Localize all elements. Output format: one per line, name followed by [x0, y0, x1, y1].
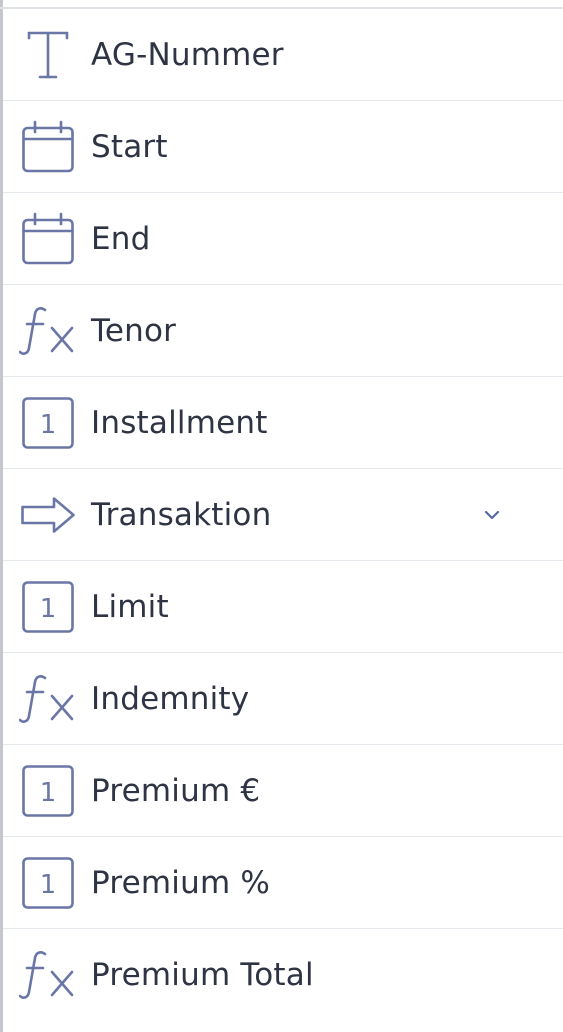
field-label: End — [91, 220, 151, 257]
field-row-indemnity[interactable]: Indemnity — [3, 653, 563, 745]
field-row-tenor[interactable]: Tenor — [3, 285, 563, 377]
formula-icon — [19, 671, 77, 727]
arrow-right-icon — [19, 487, 77, 543]
calendar-icon — [19, 119, 77, 175]
field-label: Premium Total — [91, 957, 314, 993]
field-row-transaktion[interactable]: Transaktion — [3, 469, 563, 561]
field-label: Transaktion — [91, 496, 272, 533]
formula-icon — [19, 947, 77, 1003]
field-label: Limit — [91, 588, 169, 625]
svg-text:1: 1 — [40, 870, 57, 900]
chevron-down-icon[interactable] — [479, 505, 505, 525]
field-row-installment[interactable]: 1 Installment — [3, 377, 563, 469]
svg-text:1: 1 — [40, 410, 57, 440]
field-label: Tenor — [91, 312, 177, 349]
field-row-limit[interactable]: 1 Limit — [3, 561, 563, 653]
field-row-end[interactable]: End — [3, 193, 563, 285]
text-icon — [19, 27, 77, 83]
field-row-premium-total[interactable]: Premium Total — [3, 929, 563, 1021]
number-icon: 1 — [19, 763, 77, 819]
calendar-icon — [19, 211, 77, 267]
field-row-ag-nummer[interactable]: AG-Nummer — [3, 9, 563, 101]
number-icon: 1 — [19, 855, 77, 911]
number-icon: 1 — [19, 395, 77, 451]
field-label: Indemnity — [91, 680, 250, 717]
field-label: AG-Nummer — [91, 36, 284, 73]
formula-icon — [19, 303, 77, 359]
field-label: Start — [91, 128, 168, 165]
field-row-premium-eur[interactable]: 1 Premium € — [3, 745, 563, 837]
svg-text:1: 1 — [40, 594, 57, 624]
field-row-start[interactable]: Start — [3, 101, 563, 193]
field-label: Premium % — [91, 864, 271, 901]
field-row-premium-percent[interactable]: 1 Premium % — [3, 837, 563, 929]
number-icon: 1 — [19, 579, 77, 635]
svg-text:1: 1 — [40, 778, 57, 808]
field-label: Installment — [91, 404, 268, 441]
field-label: Premium € — [91, 772, 261, 809]
field-list: AG-Nummer Start End Tenor 1 Installment … — [3, 9, 563, 1021]
